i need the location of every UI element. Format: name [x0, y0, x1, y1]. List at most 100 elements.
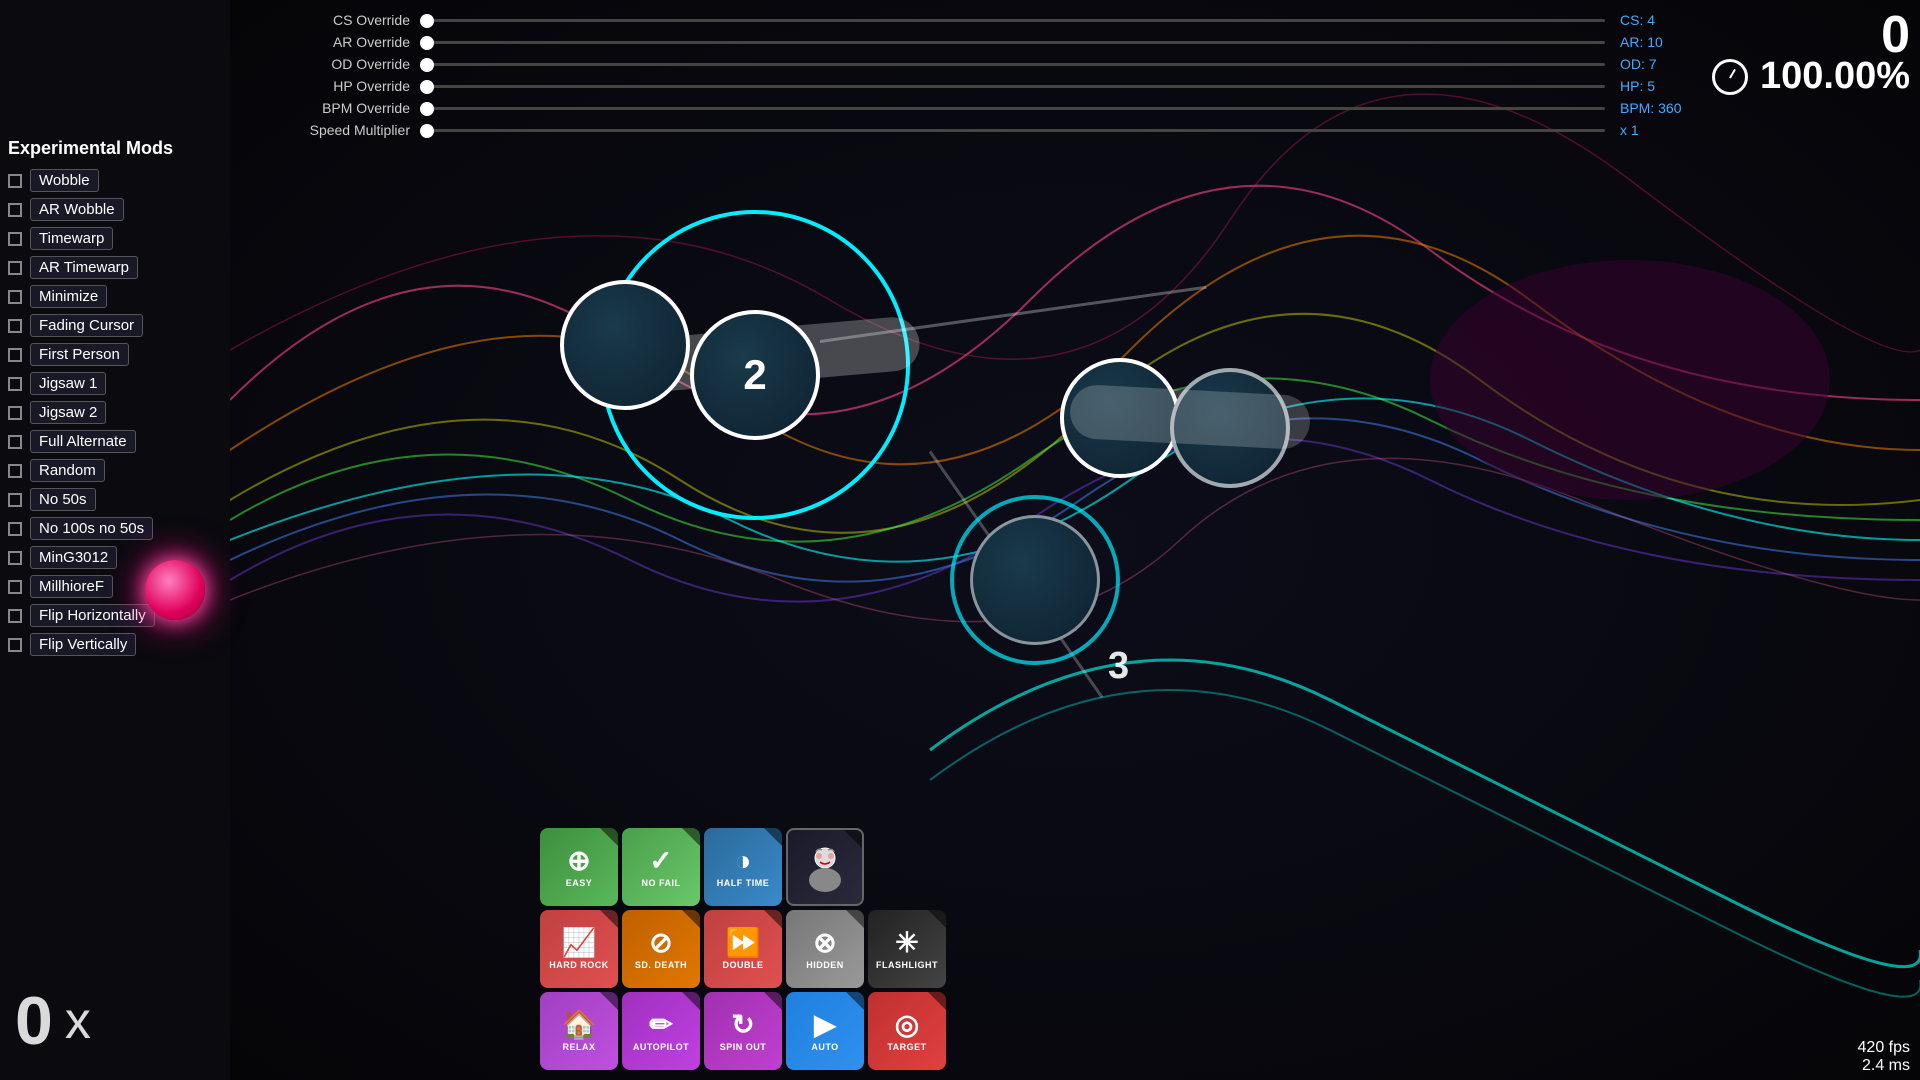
- mod-btn-spinout[interactable]: ↻ SPIN OUT: [704, 992, 782, 1070]
- bpm-override-label: BPM Override: [250, 100, 410, 116]
- bottom-score-number: 0: [15, 982, 53, 1060]
- mod-btn-flashlight[interactable]: ✳ FLASHLIGHT: [868, 910, 946, 988]
- mod-ar-timewarp-label[interactable]: AR Timewarp: [30, 256, 138, 279]
- mod-wobble-checkbox[interactable]: [8, 174, 22, 188]
- mod-fading-cursor-label[interactable]: Fading Cursor: [30, 314, 143, 337]
- mod-no50s[interactable]: No 50s: [8, 488, 212, 511]
- mod-ar-wobble-checkbox[interactable]: [8, 203, 22, 217]
- mod-btn-autopilot[interactable]: ✏ AUTOPILOT: [622, 992, 700, 1070]
- mod-random[interactable]: Random: [8, 459, 212, 482]
- mod-no50s-label[interactable]: No 50s: [30, 488, 96, 511]
- mod-minimize[interactable]: Minimize: [8, 285, 212, 308]
- mod-btn-double[interactable]: ⏩ DOUBLE: [704, 910, 782, 988]
- mod-flip-h-checkbox[interactable]: [8, 609, 22, 623]
- mod-minimize-label[interactable]: Minimize: [30, 285, 107, 308]
- spinout-label: SPIN OUT: [720, 1042, 767, 1052]
- cs-override-thumb[interactable]: [420, 14, 434, 28]
- relax-label: RELAX: [562, 1042, 595, 1052]
- mod-ming3012-checkbox[interactable]: [8, 551, 22, 565]
- cs-override-label: CS Override: [250, 12, 410, 28]
- nofail-label: NO FAIL: [642, 878, 681, 888]
- mod-no100s[interactable]: No 100s no 50s: [8, 517, 212, 540]
- double-icon: ⏩: [726, 929, 761, 957]
- mod-wobble[interactable]: Wobble: [8, 169, 212, 192]
- mod-btn-hidden[interactable]: ⊗ HIDDEN: [786, 910, 864, 988]
- mod-timewarp-label[interactable]: Timewarp: [30, 227, 113, 250]
- mod-jigsaw1-label[interactable]: Jigsaw 1: [30, 372, 106, 395]
- halftime-label: HALF TIME: [717, 878, 770, 888]
- mod-flip-h-label[interactable]: Flip Horizontally: [30, 604, 155, 627]
- cs-override-track[interactable]: [420, 19, 1605, 22]
- mod-ar-timewarp-checkbox[interactable]: [8, 261, 22, 275]
- mod-buttons-area: ⊕ EASY ✓ NO FAIL ◑ HALF TIME: [540, 828, 946, 1070]
- ar-override-value: AR: 10: [1620, 34, 1700, 50]
- mod-jigsaw2-checkbox[interactable]: [8, 406, 22, 420]
- ar-override-track[interactable]: [420, 41, 1605, 44]
- hit-circle-2: 2: [690, 310, 820, 440]
- mod-fading-cursor[interactable]: Fading Cursor: [8, 314, 212, 337]
- mod-full-alternate[interactable]: Full Alternate: [8, 430, 212, 453]
- mod-millhioref-label[interactable]: MillhioreF: [30, 575, 113, 598]
- mod-flip-v-label[interactable]: Flip Vertically: [30, 633, 136, 656]
- od-override-row: OD Override OD: 7: [250, 56, 1700, 72]
- od-override-label: OD Override: [250, 56, 410, 72]
- mod-timewarp[interactable]: Timewarp: [8, 227, 212, 250]
- mod-btn-cinematic[interactable]: [786, 828, 864, 906]
- mod-ar-wobble-label[interactable]: AR Wobble: [30, 198, 124, 221]
- mod-no100s-checkbox[interactable]: [8, 522, 22, 536]
- sddeath-icon: ⊘: [649, 929, 672, 957]
- mod-first-person[interactable]: First Person: [8, 343, 212, 366]
- mod-minimize-checkbox[interactable]: [8, 290, 22, 304]
- speed-multiplier-thumb[interactable]: [420, 124, 434, 138]
- fps-display: 420 fps 2.4 ms: [1858, 1039, 1910, 1075]
- bottom-score-multiplier: x: [65, 991, 91, 1051]
- mod-random-label[interactable]: Random: [30, 459, 105, 482]
- mod-jigsaw1-checkbox[interactable]: [8, 377, 22, 391]
- mod-first-person-label[interactable]: First Person: [30, 343, 129, 366]
- od-override-track[interactable]: [420, 63, 1605, 66]
- hp-override-thumb[interactable]: [420, 80, 434, 94]
- mod-jigsaw2-label[interactable]: Jigsaw 2: [30, 401, 106, 424]
- ar-override-thumb[interactable]: [420, 36, 434, 50]
- od-override-thumb[interactable]: [420, 58, 434, 72]
- mod-ming3012-label[interactable]: MinG3012: [30, 546, 117, 569]
- mod-full-alternate-checkbox[interactable]: [8, 435, 22, 449]
- mod-jigsaw1[interactable]: Jigsaw 1: [8, 372, 212, 395]
- mod-wobble-label[interactable]: Wobble: [30, 169, 99, 192]
- mod-btn-auto[interactable]: ▶ AUTO: [786, 992, 864, 1070]
- mod-btn-halftime[interactable]: ◑ HALF TIME: [704, 828, 782, 906]
- mod-no50s-checkbox[interactable]: [8, 493, 22, 507]
- mod-btn-easy[interactable]: ⊕ EASY: [540, 828, 618, 906]
- bottom-score: 0 x: [15, 982, 91, 1060]
- double-label: DOUBLE: [723, 960, 764, 970]
- mod-jigsaw2[interactable]: Jigsaw 2: [8, 401, 212, 424]
- bpm-override-thumb[interactable]: [420, 102, 434, 116]
- ar-override-row: AR Override AR: 10: [250, 34, 1700, 50]
- hidden-icon: ⊗: [813, 929, 836, 957]
- hp-override-track[interactable]: [420, 85, 1605, 88]
- mod-full-alternate-label[interactable]: Full Alternate: [30, 430, 136, 453]
- hp-override-label: HP Override: [250, 78, 410, 94]
- easy-label: EASY: [566, 878, 593, 888]
- bpm-override-value: BPM: 360: [1620, 100, 1700, 116]
- mod-flip-v-checkbox[interactable]: [8, 638, 22, 652]
- mod-btn-sddeath[interactable]: ⊘ SD. DEATH: [622, 910, 700, 988]
- mod-millhioref-checkbox[interactable]: [8, 580, 22, 594]
- mod-btn-hardrock[interactable]: 📈 HARD ROCK: [540, 910, 618, 988]
- mod-no100s-label[interactable]: No 100s no 50s: [30, 517, 153, 540]
- hardrock-label: HARD ROCK: [549, 960, 609, 970]
- speed-multiplier-track[interactable]: [420, 129, 1605, 132]
- mod-ar-wobble[interactable]: AR Wobble: [8, 198, 212, 221]
- mod-btn-nofail[interactable]: ✓ NO FAIL: [622, 828, 700, 906]
- mod-ar-timewarp[interactable]: AR Timewarp: [8, 256, 212, 279]
- easy-icon: ⊕: [567, 847, 590, 875]
- clock-icon: [1712, 59, 1748, 95]
- mod-btn-relax[interactable]: 🏠 RELAX: [540, 992, 618, 1070]
- mod-timewarp-checkbox[interactable]: [8, 232, 22, 246]
- bpm-override-track[interactable]: [420, 107, 1605, 110]
- mod-first-person-checkbox[interactable]: [8, 348, 22, 362]
- mod-btn-target[interactable]: ◎ TARGET: [868, 992, 946, 1070]
- mod-random-checkbox[interactable]: [8, 464, 22, 478]
- mod-fading-cursor-checkbox[interactable]: [8, 319, 22, 333]
- mod-flip-vertically[interactable]: Flip Vertically: [8, 633, 212, 656]
